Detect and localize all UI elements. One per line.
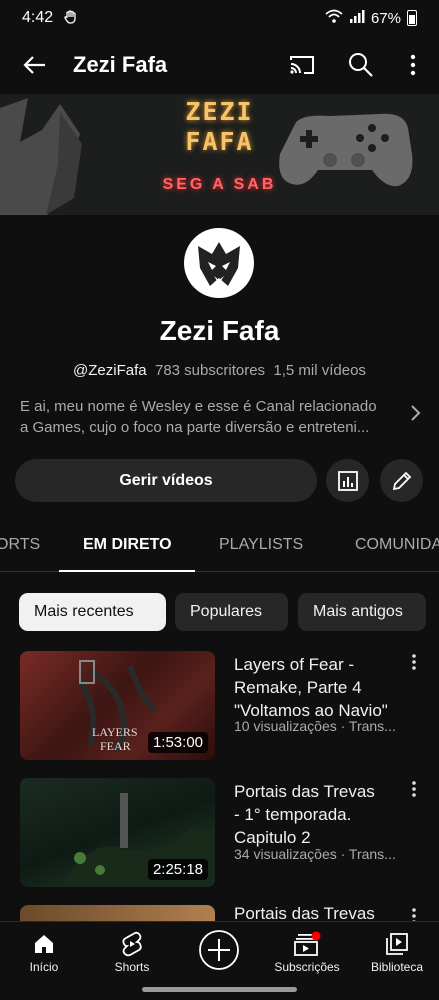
video-title[interactable]: Layers of Fear - Remake, Parte 4 "Voltam… [234, 653, 406, 722]
title-line: Portais das Trevas [234, 782, 375, 801]
channel-description[interactable]: E ai, meu nome é Wesley e esse é Canal r… [20, 396, 400, 438]
channel-tabs: ORTS EM DIRETO PLAYLISTS COMUNIDA [0, 522, 439, 572]
tab-shorts[interactable]: ORTS [0, 536, 40, 554]
video-title[interactable]: Portais das Trevas - 1° temporada. Capit… [234, 780, 406, 849]
gesture-icon [63, 9, 79, 29]
channel-meta: @ZeziFafa 783 subscritores 1,5 mil vídeo… [0, 362, 439, 379]
video-count: 1,5 mil vídeos [273, 362, 366, 379]
home-icon [32, 931, 56, 957]
status-bar: 4:42 67% [0, 0, 439, 38]
title-line: Portais das Trevas [234, 905, 375, 921]
video-thumbnail[interactable] [20, 905, 215, 921]
video-duration: 1:53:00 [147, 732, 208, 753]
nav-create[interactable] [196, 922, 242, 980]
description-line: E ai, meu nome é Wesley e esse é Canal r… [20, 398, 377, 415]
more-options-icon[interactable] [398, 50, 428, 80]
library-icon [385, 931, 409, 957]
title-line: Remake, Parte 4 [234, 678, 362, 697]
video-title[interactable]: Portais das Trevas [234, 905, 406, 921]
notification-dot [311, 931, 321, 941]
nav-library[interactable]: Biblioteca [362, 922, 432, 980]
wifi-icon [325, 9, 343, 27]
edit-button[interactable] [380, 459, 423, 502]
channel-handle: @ZeziFafa [73, 362, 147, 379]
page-title: Zezi Fafa [73, 52, 168, 77]
wolf-logo-icon [198, 242, 240, 286]
chevron-right-icon[interactable] [410, 404, 422, 427]
nav-label: Shorts [114, 960, 150, 974]
video-more-icon[interactable] [411, 653, 417, 676]
manage-videos-button[interactable]: Gerir vídeos [15, 459, 317, 502]
cast-icon[interactable] [287, 50, 317, 80]
back-arrow-icon[interactable] [20, 50, 50, 80]
create-plus-icon [198, 928, 240, 972]
analytics-button[interactable] [326, 459, 369, 502]
channel-avatar[interactable] [184, 228, 254, 298]
shorts-icon [120, 931, 144, 957]
search-icon[interactable] [346, 50, 376, 80]
nav-label: Início [29, 960, 59, 974]
tab-playlists[interactable]: PLAYLISTS [219, 536, 303, 554]
pencil-icon [392, 471, 411, 490]
status-time: 4:42 [22, 9, 54, 26]
top-app-bar: Zezi Fafa [0, 38, 439, 94]
banner-title-line1: ZEZI [185, 97, 254, 126]
filter-chip-latest[interactable]: Mais recentes [19, 593, 166, 631]
banner-title-line2: FAFA [185, 127, 254, 156]
video-more-icon[interactable] [411, 780, 417, 803]
nav-home[interactable]: Início [14, 922, 74, 980]
signal-icon [349, 9, 365, 27]
nav-label: Subscrições [274, 960, 340, 974]
video-thumbnail[interactable]: 2:25:18 [20, 778, 215, 887]
description-line: a Games, cujo o foco na parte diversão e… [20, 419, 370, 436]
status-right: 67% [325, 9, 417, 27]
analytics-icon [337, 470, 358, 491]
subscriber-count: 783 subscritores [154, 362, 266, 379]
title-line: Layers of Fear - [234, 655, 354, 674]
banner-schedule: SEG A SAB [162, 176, 277, 193]
video-more-icon[interactable] [411, 907, 417, 921]
gesture-home-bar[interactable] [142, 987, 297, 992]
video-meta: 10 visualizações · Trans... [234, 718, 396, 734]
video-thumbnail[interactable]: LAYERS FEAR 1:53:00 [20, 651, 215, 760]
filter-chip-oldest[interactable]: Mais antigos [298, 593, 426, 631]
channel-banner: ZEZI FAFA SEG A SAB [0, 94, 439, 215]
channel-name: Zezi Fafa [159, 315, 280, 346]
title-line: - 1° temporada. [234, 805, 352, 824]
battery-icon [407, 10, 417, 26]
subscriptions-icon [293, 931, 321, 957]
nav-subscriptions[interactable]: Subscrições [270, 922, 344, 980]
video-duration: 2:25:18 [147, 859, 208, 880]
thumb-text: LAYERS [92, 725, 138, 739]
filter-chip-popular[interactable]: Populares [175, 593, 288, 631]
tab-community[interactable]: COMUNIDA [355, 536, 439, 554]
nav-shorts[interactable]: Shorts [100, 922, 164, 980]
battery-percent: 67% [370, 9, 401, 27]
nav-label: Biblioteca [370, 960, 424, 974]
tab-live[interactable]: EM DIRETO [83, 536, 172, 554]
thumb-text: FEAR [100, 739, 131, 753]
video-meta: 34 visualizações · Trans... [234, 846, 396, 862]
active-tab-indicator [59, 570, 195, 572]
